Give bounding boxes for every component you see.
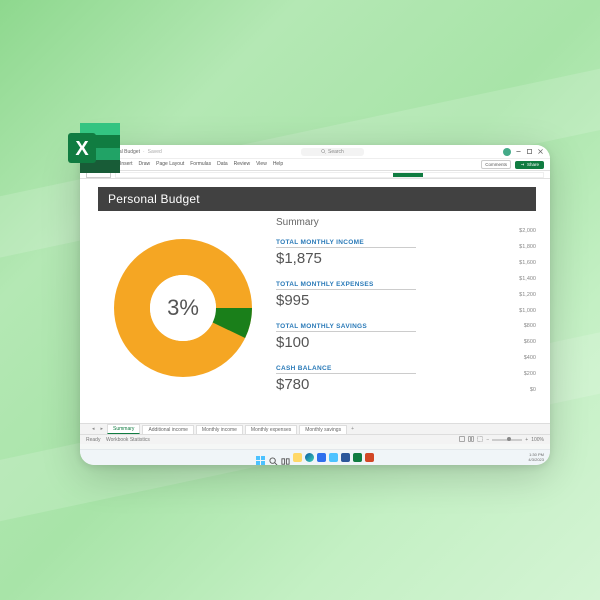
axis-tick: $1,200 (500, 291, 536, 300)
summary-heading: Summary (276, 217, 500, 228)
taskbar-excel-icon[interactable] (353, 453, 362, 462)
share-button[interactable]: Share (515, 161, 544, 169)
status-stats[interactable]: Workbook Statistics (106, 437, 150, 443)
tab-help[interactable]: Help (273, 161, 283, 168)
tray-date: 4/3/2023 (528, 458, 544, 462)
axis-tick: $800 (500, 322, 536, 331)
worksheet[interactable]: Personal Budget 3% Summary (80, 179, 550, 434)
system-tray[interactable]: 1:30 PM 4/3/2023 (528, 453, 544, 462)
search-box[interactable]: Search (301, 148, 364, 156)
view-normal-icon[interactable] (459, 436, 465, 444)
axis-tick: $1,000 (500, 307, 536, 316)
status-ready: Ready (86, 437, 100, 443)
axis-tick: $200 (500, 370, 536, 379)
metric-value: $1,875 (276, 250, 500, 267)
taskbar-taskview-icon[interactable] (281, 453, 290, 462)
share-icon (520, 162, 525, 167)
taskbar-store-icon[interactable] (317, 453, 326, 462)
taskbar-mail-icon[interactable] (329, 453, 338, 462)
search-icon (321, 149, 326, 154)
tab-draw[interactable]: Draw (138, 161, 150, 168)
chart-y-axis: $2,000 $1,800 $1,600 $1,400 $1,200 $1,00… (500, 217, 536, 399)
sheet-tab-monthly-income[interactable]: Monthly income (196, 425, 243, 434)
taskbar-word-icon[interactable] (341, 453, 350, 462)
monitor-screen: Personal Budget · Saved Search File Home… (80, 145, 550, 465)
sheet-nav-prev[interactable]: ◂ (90, 426, 97, 432)
minimize-button[interactable] (515, 148, 522, 155)
tab-formulas[interactable]: Formulas (190, 161, 211, 168)
metric-expenses: TOTAL MONTHLY EXPENSES $995 (276, 273, 500, 309)
windows-taskbar: 1:30 PM 4/3/2023 (80, 449, 550, 465)
axis-tick: $1,400 (500, 275, 536, 284)
sheet-tab-monthly-expenses[interactable]: Monthly expenses (245, 425, 297, 434)
taskbar-search-icon[interactable] (269, 453, 278, 462)
metric-value: $100 (276, 334, 500, 351)
taskbar-edge-icon[interactable] (305, 453, 314, 462)
axis-tick: $2,000 (500, 227, 536, 236)
formula-bar (80, 171, 550, 179)
window-titlebar: Personal Budget · Saved Search (80, 145, 550, 159)
zoom-level[interactable]: 100% (531, 437, 544, 443)
formula-input[interactable] (115, 172, 544, 178)
ribbon: File Home Insert Draw Page Layout Formul… (80, 159, 550, 171)
view-pagebreak-icon[interactable] (477, 436, 483, 444)
comments-button[interactable]: Comments (481, 160, 511, 169)
donut-chart: 3% (98, 217, 268, 399)
tab-pagelayout[interactable]: Page Layout (156, 161, 184, 168)
search-placeholder: Search (328, 149, 344, 155)
new-sheet-button[interactable]: + (349, 426, 356, 432)
axis-tick: $1,600 (500, 259, 536, 268)
tab-review[interactable]: Review (234, 161, 250, 168)
sheet-nav-next[interactable]: ▸ (99, 426, 106, 432)
zoom-in-button[interactable]: + (525, 437, 528, 443)
metric-savings: TOTAL MONTHLY SAVINGS $100 (276, 315, 500, 351)
metric-label: CASH BALANCE (276, 365, 416, 374)
page-title: Personal Budget (98, 187, 536, 211)
metric-label: TOTAL MONTHLY SAVINGS (276, 323, 416, 332)
axis-tick: $0 (500, 386, 536, 395)
metric-value: $780 (276, 376, 500, 393)
metric-label: TOTAL MONTHLY EXPENSES (276, 281, 416, 290)
tab-view[interactable]: View (256, 161, 267, 168)
start-button[interactable] (256, 453, 266, 463)
sheet-tab-bar: ◂ ▸ Summary Additional income Monthly in… (80, 423, 550, 434)
metric-label: TOTAL MONTHLY INCOME (276, 239, 416, 248)
status-bar: Ready Workbook Statistics − + 100% (80, 434, 550, 444)
sheet-tab-addl-income[interactable]: Additional income (142, 425, 193, 434)
maximize-button[interactable] (526, 148, 533, 155)
metric-value: $995 (276, 292, 500, 309)
metric-income: TOTAL MONTHLY INCOME $1,875 (276, 231, 500, 267)
excel-logo: X (60, 115, 130, 185)
zoom-slider[interactable] (492, 439, 522, 441)
axis-tick: $400 (500, 354, 536, 363)
tab-data[interactable]: Data (217, 161, 228, 168)
zoom-out-button[interactable]: − (486, 437, 489, 443)
taskbar-ppt-icon[interactable] (365, 453, 374, 462)
axis-tick: $600 (500, 338, 536, 347)
saved-indicator: Saved (148, 149, 162, 155)
sheet-tab-summary[interactable]: Summary (107, 424, 140, 434)
close-button[interactable] (537, 148, 544, 155)
taskbar-explorer-icon[interactable] (293, 453, 302, 462)
view-pagelayout-icon[interactable] (468, 436, 474, 444)
donut-center-label: 3% (108, 233, 258, 383)
sheet-tab-monthly-savings[interactable]: Monthly savings (299, 425, 347, 434)
metric-cash: CASH BALANCE $780 (276, 357, 500, 393)
svg-text:X: X (75, 138, 89, 160)
summary-panel: Summary TOTAL MONTHLY INCOME $1,875 TOTA… (268, 217, 500, 399)
axis-tick: $1,800 (500, 243, 536, 252)
user-avatar[interactable] (503, 148, 511, 156)
